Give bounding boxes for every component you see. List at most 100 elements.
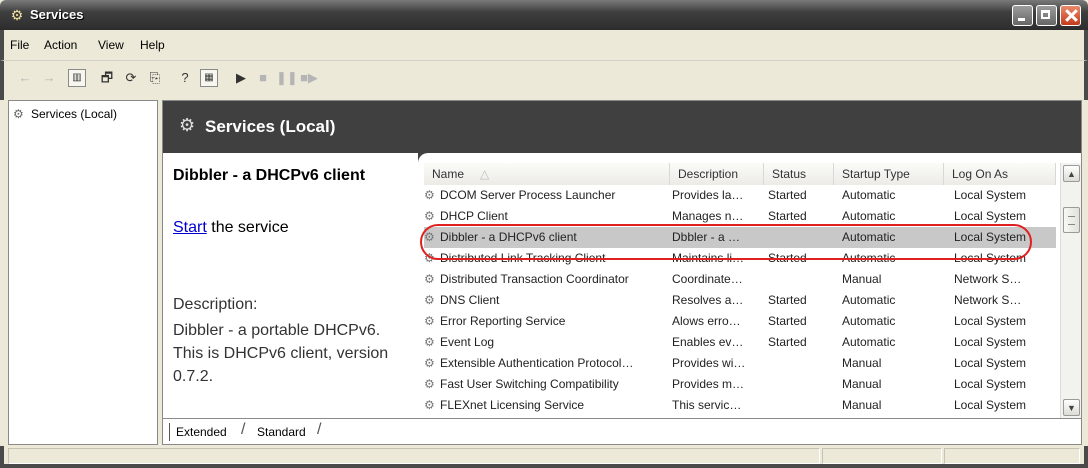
show-hide-action-pane-icon[interactable]: ▦ [200, 69, 218, 87]
service-gear-icon: ⚙ [424, 188, 435, 202]
tab-separator: / [317, 421, 322, 438]
maximize-button[interactable] [1036, 5, 1057, 26]
cell-startup-type: Automatic [842, 314, 896, 328]
vertical-scrollbar[interactable]: ▲ ▼ [1060, 163, 1081, 418]
cell-log-on-as: Local System [954, 188, 1027, 202]
table-row[interactable]: ⚙ Extensible Authentication Protocol… Pr… [424, 353, 1056, 374]
cell-log-on-as: Local System [954, 314, 1027, 328]
service-gear-icon: ⚙ [424, 293, 435, 307]
services-list: Name △ Description Status Startup Type Lo… [418, 153, 1081, 418]
help-icon[interactable]: ? [176, 69, 194, 87]
table-row[interactable]: ⚙ Distributed Transaction Coordinator Co… [424, 269, 1056, 290]
cell-status: Started [768, 314, 807, 328]
column-header-log-on-as[interactable]: Log On As [944, 163, 1056, 185]
menu-view[interactable]: View [98, 38, 124, 52]
table-row[interactable]: ⚙ DCOM Server Process Launcher Provides … [424, 185, 1056, 206]
cell-log-on-as: Local System [954, 335, 1027, 349]
show-hide-console-tree-icon[interactable]: ▥ [68, 69, 86, 87]
stop-service-icon[interactable]: ■ [254, 69, 272, 87]
cell-log-on-as: Local System [954, 230, 1027, 244]
cell-name: Distributed Transaction Coordinator [440, 272, 629, 286]
scroll-down-icon[interactable]: ▼ [1063, 399, 1080, 416]
table-row[interactable]: ⚙ Fast User Switching Compatibility Prov… [424, 374, 1056, 395]
cell-status: Started [768, 293, 807, 307]
service-gear-icon: ⚙ [424, 335, 435, 349]
cell-startup-type: Automatic [842, 251, 896, 265]
menu-action[interactable]: Action [44, 38, 77, 52]
cell-log-on-as: Local System [954, 398, 1027, 412]
service-gear-icon: ⚙ [424, 356, 435, 370]
cell-startup-type: Automatic [842, 293, 896, 307]
service-gear-icon: ⚙ [424, 377, 435, 391]
table-row[interactable]: ⚙ FLEXnet Licensing Service This servic…… [424, 395, 1056, 416]
cell-startup-type: Manual [842, 377, 882, 391]
cell-description: Provides wi… [672, 356, 746, 370]
cell-name: DNS Client [440, 293, 500, 307]
cell-name: Error Reporting Service [440, 314, 566, 328]
cell-status: Started [768, 335, 807, 349]
close-button[interactable] [1060, 5, 1081, 26]
table-row[interactable]: ⚙ DNS Client Resolves a… Started Automat… [424, 290, 1056, 311]
service-gear-icon: ⚙ [424, 251, 435, 265]
refresh-icon[interactable]: ⟳ [122, 69, 140, 87]
pane-header: ⚙ Services (Local) [163, 101, 1081, 153]
back-arrow-icon[interactable]: ← [16, 69, 34, 87]
cell-name: DHCP Client [440, 209, 508, 223]
column-header-name[interactable]: Name △ [424, 163, 670, 185]
export-list-icon[interactable]: ⎘ [146, 69, 164, 87]
description-label: Description: [173, 296, 258, 313]
title-bar[interactable]: ⚙ Services [0, 0, 1088, 30]
tab-extended[interactable]: Extended [169, 423, 233, 441]
cell-status: Started [768, 209, 807, 223]
tab-separator: / [241, 421, 246, 438]
service-gear-icon: ⚙ [424, 398, 435, 412]
service-gear-icon: ⚙ [424, 314, 435, 328]
cell-startup-type: Manual [842, 272, 882, 286]
description-text: Dibbler - a portable DHCPv6. This is DHC… [173, 322, 389, 385]
forward-arrow-icon[interactable]: → [40, 69, 58, 87]
cell-description: Provides la… [672, 188, 744, 202]
properties-icon[interactable]: 🗗 [98, 69, 116, 87]
minimize-button[interactable] [1012, 5, 1033, 26]
menu-file[interactable]: File [10, 38, 29, 52]
menu-bar: File Action View Help [0, 30, 1088, 60]
tree-item-services-local[interactable]: Services (Local) [31, 107, 117, 121]
table-row[interactable]: ⚙ Event Log Enables ev… Started Automati… [424, 332, 1056, 353]
status-cell [944, 448, 1080, 464]
menu-help[interactable]: Help [140, 38, 165, 52]
services-gear-icon: ⚙ [179, 115, 196, 135]
tab-standard[interactable]: Standard [251, 423, 312, 441]
pane-title: Services (Local) [205, 117, 336, 136]
column-header-description[interactable]: Description [670, 163, 764, 185]
cell-startup-type: Automatic [842, 188, 896, 202]
cell-startup-type: Manual [842, 356, 882, 370]
services-gear-icon: ⚙ [13, 107, 24, 121]
table-row[interactable]: ⚙ Error Reporting Service Alows erro… St… [424, 311, 1056, 332]
scroll-up-icon[interactable]: ▲ [1063, 165, 1080, 182]
table-row[interactable]: ⚙ DHCP Client Manages n… Started Automat… [424, 206, 1056, 227]
restart-service-icon[interactable]: ■▶ [300, 69, 318, 87]
service-gear-icon: ⚙ [424, 209, 435, 223]
services-gear-icon: ⚙ [10, 7, 24, 23]
table-row-selected[interactable]: ⚙ Dibbler - a DHCPv6 client Dbbler - a …… [424, 227, 1056, 248]
column-header-status[interactable]: Status [764, 163, 834, 185]
cell-description: This servic… [672, 398, 742, 412]
cell-name: Fast User Switching Compatibility [440, 377, 619, 391]
cell-description: Provides m… [672, 377, 745, 391]
selected-service-name: Dibbler - a DHCPv6 client [173, 167, 366, 184]
status-cell [822, 448, 942, 464]
column-header-startup-type[interactable]: Startup Type [834, 163, 944, 185]
cell-status: Started [768, 251, 807, 265]
start-service-link[interactable]: Start [173, 219, 207, 236]
cell-name: Dibbler - a DHCPv6 client [440, 230, 577, 244]
cell-description: Resolves a… [672, 293, 744, 307]
start-service-icon[interactable]: ▶ [232, 69, 250, 87]
toolbar: ← → ▥ 🗗 ⟳ ⎘ ? ▦ ▶ ■ ❚❚ ■▶ [0, 60, 1088, 100]
cell-log-on-as: Local System [954, 251, 1027, 265]
services-pane: ⚙ Services (Local) Dibbler - a DHCPv6 cl… [162, 100, 1082, 445]
cell-description: Enables ev… [672, 335, 744, 349]
cell-log-on-as: Local System [954, 209, 1027, 223]
table-row[interactable]: ⚙ Distributed Link Tracking Client Maint… [424, 248, 1056, 269]
pause-service-icon[interactable]: ❚❚ [276, 69, 298, 87]
scroll-thumb[interactable] [1063, 207, 1080, 233]
